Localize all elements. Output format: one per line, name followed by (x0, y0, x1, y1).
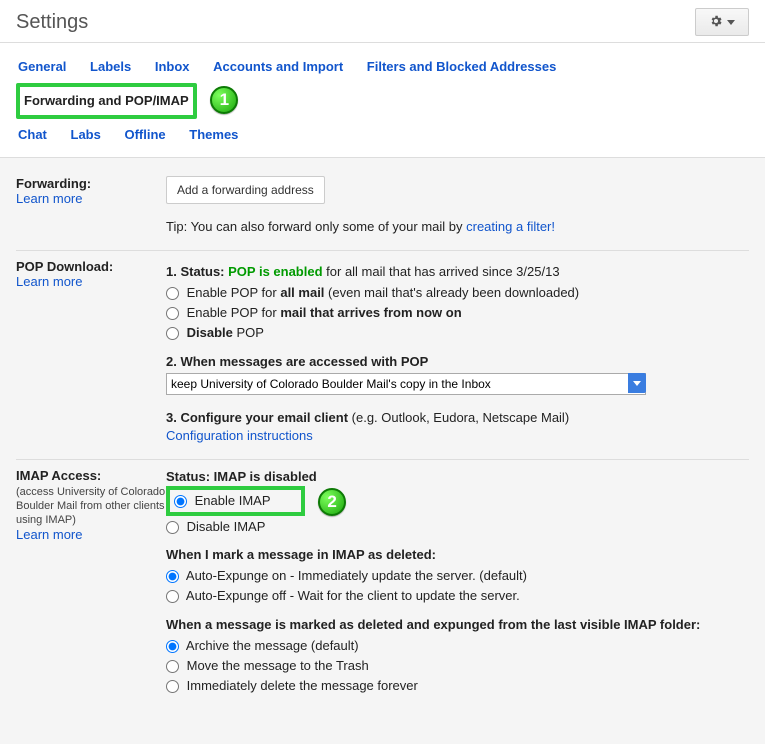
annotation-badge-1: 1 (210, 86, 238, 114)
imap-disable-radio[interactable] (166, 521, 179, 534)
pop-accessed-select[interactable]: keep University of Colorado Boulder Mail… (166, 373, 646, 395)
tab-themes[interactable]: Themes (187, 119, 240, 151)
pop-learn-more-link[interactable]: Learn more (16, 274, 82, 289)
expunge-archive-radio[interactable] (166, 640, 179, 653)
pop-enable-new-option[interactable]: Enable POP for mail that arrives from no… (166, 303, 749, 323)
imap-section: IMAP Access: (access University of Color… (16, 460, 749, 720)
settings-content: Forwarding: Learn more Add a forwarding … (0, 158, 765, 744)
chevron-down-icon (727, 20, 735, 25)
tab-chat[interactable]: Chat (16, 119, 49, 151)
pop-status-value: POP is enabled (228, 264, 322, 279)
imap-expunge-action-radiogroup: Archive the message (default) Move the m… (166, 636, 749, 696)
auto-expunge-off-option[interactable]: Auto-Expunge off - Wait for the client t… (166, 586, 749, 606)
pop-status-suffix: for all mail that has arrived since 3/25… (323, 264, 560, 279)
expunge-trash-radio[interactable] (166, 660, 179, 673)
forwarding-label: Forwarding: (16, 176, 166, 191)
tab-accounts-import[interactable]: Accounts and Import (211, 51, 345, 83)
creating-filter-link[interactable]: creating a filter! (466, 219, 555, 234)
auto-expunge-on-radio[interactable] (166, 570, 179, 583)
pop-enable-new-radio[interactable] (166, 307, 179, 320)
expunge-archive-option[interactable]: Archive the message (default) (166, 636, 749, 656)
add-forwarding-address-button[interactable]: Add a forwarding address (166, 176, 325, 204)
tab-filters-blocked[interactable]: Filters and Blocked Addresses (365, 51, 559, 83)
imap-enable-option[interactable]: Enable IMAP (174, 493, 271, 508)
pop-enable-all-option[interactable]: Enable POP for all mail (even mail that'… (166, 283, 749, 303)
pop-status-prefix: 1. Status: (166, 264, 228, 279)
annotation-badge-2: 2 (318, 488, 346, 516)
expunge-delete-radio[interactable] (166, 680, 179, 693)
gear-icon (709, 14, 723, 31)
auto-expunge-off-radio[interactable] (166, 590, 179, 603)
tab-general[interactable]: General (16, 51, 68, 83)
auto-expunge-on-option[interactable]: Auto-Expunge on - Immediately update the… (166, 566, 749, 586)
imap-status: Status: IMAP is disabled (166, 469, 317, 484)
tab-forwarding-pop-imap[interactable]: Forwarding and POP/IMAP (16, 83, 197, 119)
settings-tabs: General Labels Inbox Accounts and Import… (0, 43, 765, 158)
pop-section: POP Download: Learn more 1. Status: POP … (16, 251, 749, 460)
tab-labels[interactable]: Labels (88, 51, 133, 83)
pop-disable-option[interactable]: Disable POP (166, 323, 749, 343)
pop-accessed-heading: 2. When messages are accessed with POP (166, 354, 428, 369)
imap-enable-radio[interactable] (174, 495, 187, 508)
tab-inbox[interactable]: Inbox (153, 51, 192, 83)
imap-mark-heading: When I mark a message in IMAP as deleted… (166, 546, 749, 564)
imap-learn-more-link[interactable]: Learn more (16, 527, 82, 542)
tab-labs[interactable]: Labs (69, 119, 103, 151)
expunge-trash-option[interactable]: Move the message to the Trash (166, 656, 749, 676)
imap-expunge-heading: When a message is marked as deleted and … (166, 616, 749, 634)
page-title: Settings (16, 11, 88, 34)
configuration-instructions-link[interactable]: Configuration instructions (166, 428, 313, 443)
pop-options-radiogroup: Enable POP for all mail (even mail that'… (166, 283, 749, 343)
forwarding-tip-text: Tip: You can also forward only some of y… (166, 219, 466, 234)
pop-label: POP Download: (16, 259, 166, 274)
pop-configure-prefix: 3. Configure your email client (166, 410, 348, 425)
pop-disable-radio[interactable] (166, 327, 179, 340)
imap-expunge-radiogroup: Auto-Expunge on - Immediately update the… (166, 566, 749, 606)
imap-label: IMAP Access: (16, 468, 166, 483)
pop-enable-all-radio[interactable] (166, 287, 179, 300)
settings-gear-button[interactable] (695, 8, 749, 36)
imap-sublabel: (access University of Colorado Boulder M… (16, 485, 166, 527)
pop-configure-suffix: (e.g. Outlook, Eudora, Netscape Mail) (348, 410, 569, 425)
imap-disable-option[interactable]: Disable IMAP (166, 519, 265, 534)
forwarding-section: Forwarding: Learn more Add a forwarding … (16, 168, 749, 251)
forwarding-learn-more-link[interactable]: Learn more (16, 191, 82, 206)
expunge-delete-option[interactable]: Immediately delete the message forever (166, 676, 749, 696)
tab-offline[interactable]: Offline (122, 119, 167, 151)
